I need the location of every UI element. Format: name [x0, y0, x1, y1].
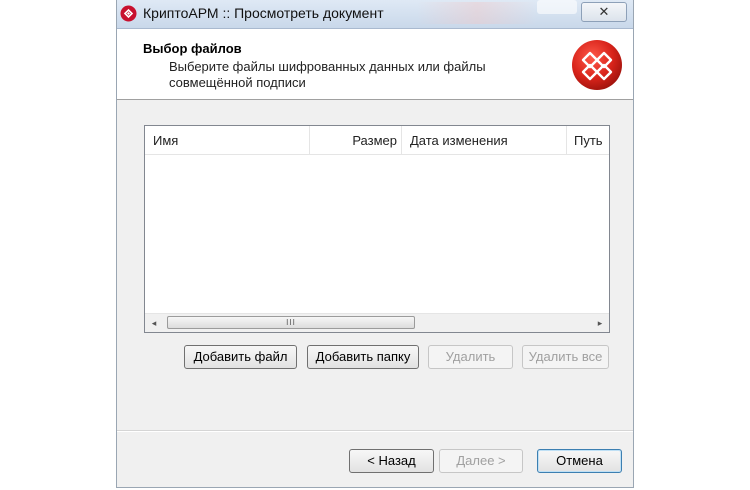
title-bar-highlight	[537, 0, 577, 14]
remove-button[interactable]: Удалить	[428, 345, 513, 369]
footer-divider	[117, 430, 633, 432]
app-icon	[120, 5, 137, 22]
scroll-grip-icon: III	[286, 318, 296, 327]
page-title: Выбор файлов	[143, 41, 242, 56]
add-folder-button[interactable]: Добавить папку	[307, 345, 419, 369]
wizard-window: КриптоАРМ :: Просмотреть документ ✕ Выбо…	[116, 0, 634, 488]
remove-all-button[interactable]: Удалить все	[522, 345, 609, 369]
column-header-name[interactable]: Имя	[145, 126, 310, 154]
column-header-size[interactable]: Размер	[310, 126, 402, 154]
title-bar-highlight	[417, 2, 537, 24]
scroll-right-icon[interactable]: ▸	[593, 316, 607, 330]
next-button[interactable]: Далее >	[439, 449, 523, 473]
column-header-path[interactable]: Путь	[567, 126, 611, 154]
column-header-modified[interactable]: Дата изменения	[402, 126, 567, 154]
close-button[interactable]: ✕	[581, 2, 627, 22]
list-header: Имя Размер Дата изменения Путь	[145, 126, 609, 155]
page-subtitle: Выберите файлы шифрованных данных или фа…	[169, 59, 486, 90]
add-file-button[interactable]: Добавить файл	[184, 345, 297, 369]
close-icon: ✕	[598, 4, 610, 19]
title-bar[interactable]: КриптоАРМ :: Просмотреть документ ✕	[117, 0, 633, 29]
wizard-header: Выбор файлов Выберите файлы шифрованных …	[117, 29, 633, 100]
window-title: КриптоАРМ :: Просмотреть документ	[143, 5, 384, 21]
cancel-button[interactable]: Отмена	[537, 449, 622, 473]
scroll-left-icon[interactable]: ◂	[147, 316, 161, 330]
back-button[interactable]: < Назад	[349, 449, 434, 473]
cryptoarm-logo-icon	[572, 40, 622, 90]
file-list[interactable]: Имя Размер Дата изменения Путь ◂ III ▸	[144, 125, 610, 333]
scroll-thumb[interactable]: III	[167, 316, 415, 329]
horizontal-scrollbar[interactable]: ◂ III ▸	[145, 313, 609, 332]
